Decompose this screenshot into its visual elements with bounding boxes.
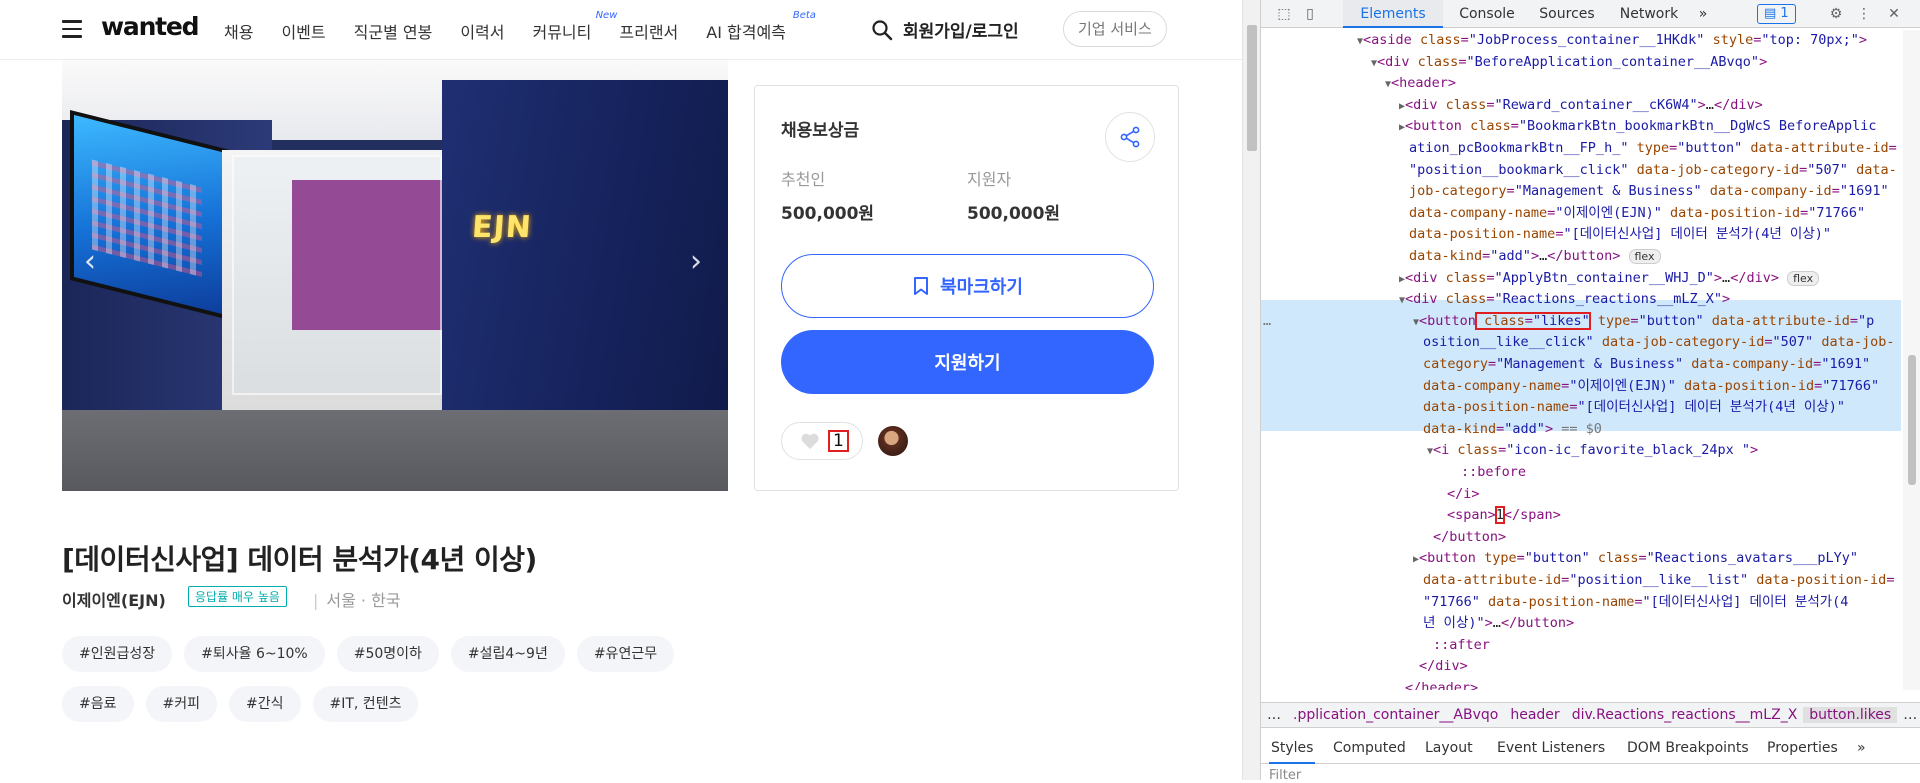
breadcrumb-item[interactable]: header [1504,707,1565,723]
corporate-service-button[interactable]: 기업 서비스 [1063,11,1167,47]
main-menu: 채용 이벤트 직군별 연봉 이력서 커뮤니티 New 프리랜서 AI 합격예측 Be… [224,10,816,43]
response-rate-badge: 응답률 매우 높음 [188,586,287,607]
applicant-amount: 500,000원 [967,204,1061,224]
reward-card: 채용보상금 추천인 500,000원 지원자 500,000원 북마크하기 지원… [754,85,1179,491]
hamburger-menu-icon[interactable] [62,20,82,38]
more-subtabs-icon[interactable]: » [1855,732,1868,764]
apply-label: 지원하기 [934,353,1001,374]
tag-item[interactable]: #IT, 컨텐츠 [312,686,419,722]
menu-item-salary[interactable]: 직군별 연봉 [354,19,433,43]
breadcrumb-item[interactable]: .pplication_container__ABvqo [1287,707,1504,723]
company-name-link[interactable]: 이제이엔(EJN) [62,587,166,611]
tab-sources[interactable]: Sources [1531,0,1603,28]
tag-item[interactable]: #설립4~9년 [450,636,565,672]
company-photo-carousel: EJN ‹ › [62,60,728,491]
tab-dom-breakpoints[interactable]: DOM Breakpoints [1625,732,1751,764]
styles-filter-input[interactable]: Filter [1269,768,1301,783]
breadcrumb: … .pplication_container__ABvqo header div.R… [1261,702,1920,728]
breadcrumb-item-current[interactable]: button.likes [1803,707,1898,723]
close-devtools-icon[interactable]: ✕ [1885,5,1903,23]
bookmark-icon [914,277,929,295]
website-viewport: wanted 채용 이벤트 직군별 연봉 이력서 커뮤니티 New 프리랜서 AI… [0,0,1242,780]
job-title: [데이터신사업] 데이터 분석가(4년 이상) [62,543,537,576]
tag-item[interactable]: #유연근무 [576,636,675,672]
new-badge: New [595,10,618,21]
likes-button[interactable]: 1 [781,422,863,460]
carousel-next-icon[interactable]: › [690,244,702,279]
devtools-panel: ⬚ ▯ Elements Console Sources Network » ▤… [1260,0,1920,783]
tag-item[interactable]: #인원급성장 [62,636,173,672]
menu-item-events[interactable]: 이벤트 [281,19,325,43]
devtools-toolbar: ⬚ ▯ Elements Console Sources Network » ▤… [1261,0,1920,28]
menu-item-resume[interactable]: 이력서 [460,19,504,43]
tag-item[interactable]: #커피 [145,686,217,722]
signup-login-link[interactable]: 회원가입/로그인 [903,17,1019,42]
bookmark-label: 북마크하기 [940,277,1023,298]
page-scrollbar[interactable] [1242,0,1260,780]
heart-icon [801,433,819,449]
recommender-label: 추천인 [781,170,826,189]
more-tabs-icon[interactable]: » [1693,0,1713,28]
company-tags: #인원급성장 #퇴사율 6~10% #50명이하 #설립4~9년 #유연근무 #… [62,636,762,736]
ejn-sign-logo: EJN [470,210,533,245]
applicant-label: 지원자 [967,170,1012,189]
dom-tree[interactable]: ▼<aside class="JobProcess_container__1HK… [1261,30,1901,690]
share-icon [1120,126,1140,148]
recommender-amount: 500,000원 [781,204,875,224]
styles-pane-tabs: Styles Computed Layout Event Listeners D… [1261,732,1920,764]
tab-console[interactable]: Console [1451,0,1523,28]
apply-button[interactable]: 지원하기 [781,330,1154,394]
tab-elements[interactable]: Elements [1343,0,1443,28]
breadcrumb-lead[interactable]: … [1261,707,1287,723]
beta-badge: Beta [792,10,816,21]
share-button[interactable] [1105,112,1155,162]
tab-computed[interactable]: Computed [1331,732,1408,764]
settings-gear-icon[interactable]: ⚙ [1827,5,1845,23]
tab-event-listeners[interactable]: Event Listeners [1495,732,1607,764]
inspect-element-icon[interactable]: ⬚ [1275,5,1293,23]
carousel-prev-icon[interactable]: ‹ [84,244,96,279]
breadcrumb-item[interactable]: div.Reactions_reactions__mLZ_X [1566,707,1804,723]
device-toolbar-icon[interactable]: ▯ [1301,5,1319,23]
tab-styles[interactable]: Styles [1269,732,1316,764]
menu-item-freelancer[interactable]: 프리랜서 [619,19,678,43]
dom-tree-scrollbar[interactable] [1903,30,1920,690]
top-navigation: wanted 채용 이벤트 직군별 연봉 이력서 커뮤니티 New 프리랜서 AI… [0,0,1242,60]
menu-item-jobs[interactable]: 채용 [224,19,253,43]
tab-network[interactable]: Network [1611,0,1687,28]
job-location: | 서울 · 한국 [313,591,401,610]
issues-badge[interactable]: ▤ 1 [1757,4,1796,24]
breadcrumb-more[interactable]: … [1897,707,1920,723]
tag-item[interactable]: #50명이하 [336,636,439,672]
reward-title: 채용보상금 [781,121,860,141]
tab-properties[interactable]: Properties [1765,732,1840,764]
bookmark-button[interactable]: 북마크하기 [781,254,1154,318]
search-icon[interactable] [871,19,893,41]
menu-item-ai-prediction[interactable]: AI 합격예측 Beta [706,10,816,43]
menu-item-community[interactable]: 커뮤니티 New [532,10,617,43]
likes-count: 1 [828,430,849,452]
tag-item[interactable]: #간식 [229,686,301,722]
tag-item[interactable]: #음료 [62,686,134,722]
liker-avatar[interactable] [878,426,908,456]
more-options-icon[interactable]: ⋮ [1855,5,1873,23]
wanted-logo[interactable]: wanted [101,12,200,41]
tag-item[interactable]: #퇴사율 6~10% [184,636,325,672]
tab-layout[interactable]: Layout [1423,732,1475,764]
